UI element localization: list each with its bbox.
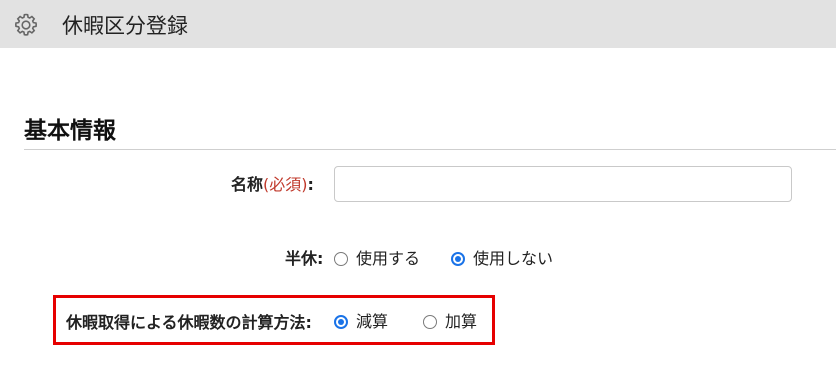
half-day-use-radio[interactable] (334, 252, 348, 266)
section-divider (24, 149, 836, 150)
half-day-no-use-label[interactable]: 使用しない (473, 248, 553, 270)
calc-add-radio[interactable] (423, 315, 437, 329)
name-label-text: 名称 (231, 175, 264, 194)
calc-add-label[interactable]: 加算 (445, 311, 477, 333)
calc-method-label: 休暇取得による休暇数の計算方法: (66, 313, 312, 332)
calc-add-option[interactable]: 加算 (423, 311, 477, 333)
section-title: 基本情報 (24, 118, 116, 144)
page-header: 休暇区分登録 (0, 0, 836, 48)
half-day-no-use-option[interactable]: 使用しない (451, 248, 553, 270)
name-label: 名称(必須): (231, 174, 314, 196)
half-day-label: 半休: (285, 249, 324, 268)
calc-subtract-option[interactable]: 減算 (334, 311, 388, 333)
calc-subtract-radio[interactable] (334, 315, 348, 329)
gear-icon[interactable] (13, 12, 39, 38)
required-marker: (必須) (263, 175, 308, 194)
name-label-colon: : (307, 175, 314, 194)
page-title: 休暇区分登録 (62, 14, 188, 38)
page: 休暇区分登録 基本情報 名称(必須): 半休: 使用する 使用しない 休暇取得に… (0, 0, 836, 367)
half-day-use-label[interactable]: 使用する (356, 248, 420, 270)
half-day-use-option[interactable]: 使用する (334, 248, 420, 270)
half-day-no-use-radio[interactable] (451, 252, 465, 266)
name-input[interactable] (334, 166, 792, 202)
calc-subtract-label[interactable]: 減算 (356, 311, 388, 333)
